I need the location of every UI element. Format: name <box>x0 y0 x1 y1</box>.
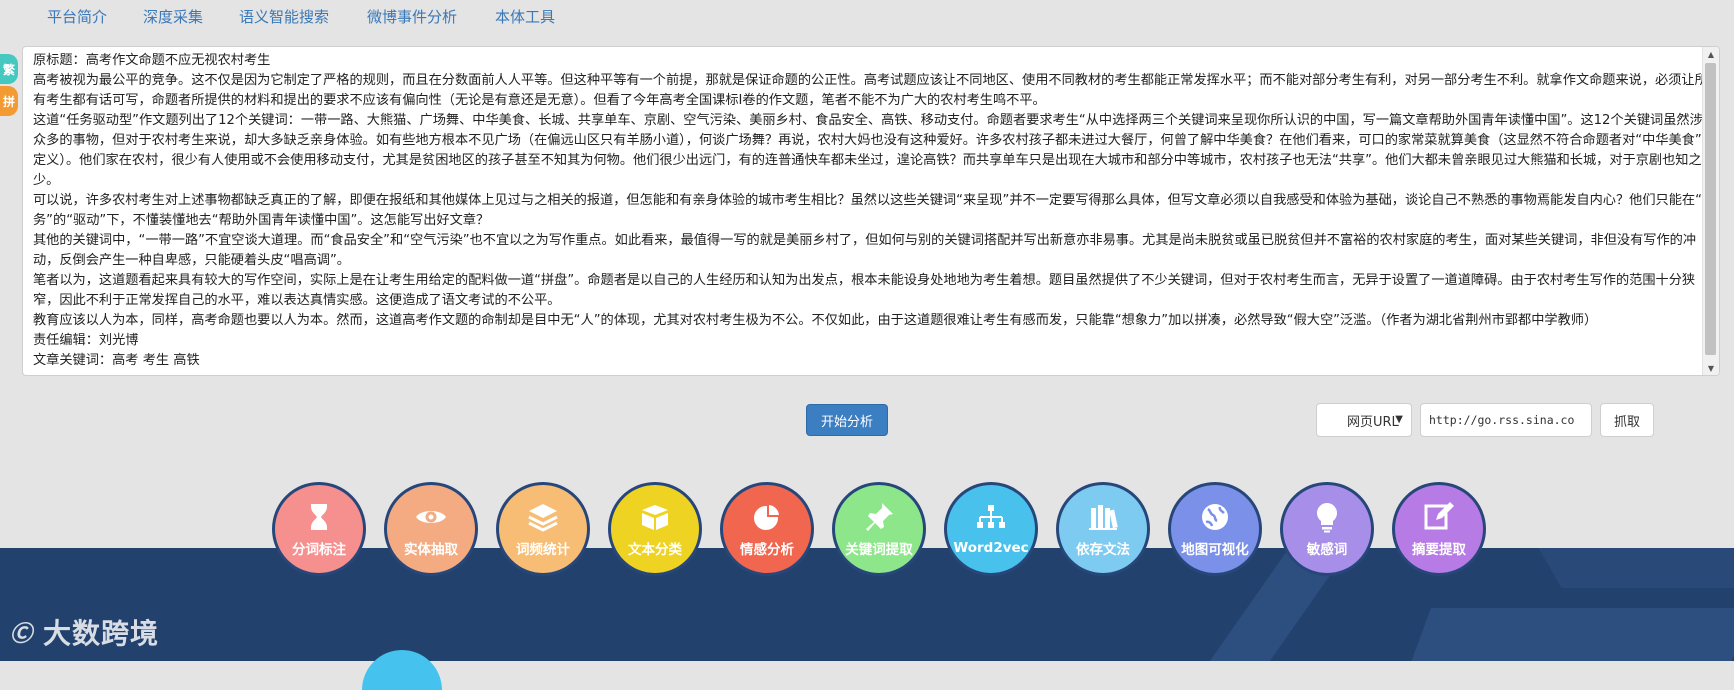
band-decoration <box>1538 548 1734 588</box>
scroll-up-arrow-icon[interactable]: ▲ <box>1703 47 1719 61</box>
tool-label: 分词标注 <box>292 542 346 558</box>
chevron-down-icon: ▼ <box>1395 414 1403 425</box>
tool-sentiment-analysis[interactable]: 情感分析 <box>720 482 814 576</box>
hourglass-icon <box>311 504 327 530</box>
tool-segmentation[interactable]: 分词标注 <box>272 482 366 576</box>
fetch-button[interactable]: 抓取 <box>1600 403 1654 437</box>
article-line: 高考被视为最公平的竞争。这不仅是因为它制定了严格的规则，而且在分数面前人人平等。… <box>33 73 1708 108</box>
layers-icon <box>528 504 558 532</box>
books-icon <box>1089 505 1118 530</box>
tool-label: 地图可视化 <box>1181 542 1249 558</box>
brand-logo-icon: Ⓒ <box>10 621 34 647</box>
tool-label: 关键词提取 <box>845 542 913 558</box>
eye-icon <box>416 511 446 523</box>
nav-item-deep-crawl[interactable]: 深度采集 <box>143 6 203 27</box>
textarea-scrollbar[interactable]: ▲ ▼ <box>1702 47 1719 375</box>
article-text: 原标题：高考作文命题不应无视农村考生 高考被视为最公平的竞争。这不仅是因为它制定… <box>33 51 1717 373</box>
brand-logo: Ⓒ 大数跨境 <box>10 612 159 652</box>
article-line: 其他的关键词中，“一带一路”不宜空谈大道理。而“食品安全”和“空气污染”也不宜以… <box>33 233 1697 268</box>
tool-dependency-grammar[interactable]: 依存文法 <box>1056 482 1150 576</box>
tool-summary-extraction[interactable]: 摘要提取 <box>1392 482 1486 576</box>
tool-label: 实体抽取 <box>404 542 458 558</box>
edit-icon <box>1424 502 1454 530</box>
tool-map-visualization[interactable]: 地图可视化 <box>1168 482 1262 576</box>
hierarchy-icon <box>977 505 1005 528</box>
band-decoration <box>1409 608 1734 661</box>
nav-item-weibo-analysis[interactable]: 微博事件分析 <box>367 6 457 27</box>
article-line: 原标题：高考作文命题不应无视农村考生 <box>33 53 271 68</box>
tool-label: 摘要提取 <box>1412 542 1466 558</box>
tool-text-classification[interactable]: 文本分类 <box>608 482 702 576</box>
url-input[interactable]: http://go.rss.sina.co <box>1420 403 1592 437</box>
tool-sensitive-words[interactable]: 敏感词 <box>1280 482 1374 576</box>
start-analysis-button[interactable]: 开始分析 <box>806 404 888 436</box>
side-tab-pinyin[interactable]: 拼 <box>0 86 18 116</box>
tool-label: Word2vec <box>953 540 1029 556</box>
nav-item-ontology-tools[interactable]: 本体工具 <box>495 6 555 27</box>
article-line: 笔者以为，这道题看起来具有较大的写作空间，实际上是在让考生用给定的配料做一道“拼… <box>33 273 1696 308</box>
lightbulb-icon <box>1317 503 1337 533</box>
tool-entity-extraction[interactable]: 实体抽取 <box>384 482 478 576</box>
brand-name: 大数跨境 <box>43 617 160 650</box>
nav-item-semantic-search[interactable]: 语义智能搜索 <box>239 6 329 27</box>
nav-item-platform-intro[interactable]: 平台简介 <box>47 6 107 27</box>
scroll-thumb[interactable] <box>1705 63 1716 355</box>
article-line: 教育应该以人为本，同样，高考命题也要以人为本。然而，这道高考作文题的命制却是目中… <box>33 313 1598 328</box>
tool-word2vec[interactable]: Word2vec <box>944 482 1038 576</box>
pie-chart-icon <box>754 502 782 530</box>
tool-word-frequency[interactable]: 词频统计 <box>496 482 590 576</box>
box-icon <box>642 505 668 530</box>
side-tab-traditional[interactable]: 繁 <box>0 54 18 84</box>
tool-label: 敏感词 <box>1306 542 1348 558</box>
top-nav: 平台简介 深度采集 语义智能搜索 微博事件分析 本体工具 <box>0 0 1734 36</box>
tool-label: 情感分析 <box>740 542 794 558</box>
article-line: 责任编辑：刘光博 <box>33 333 139 348</box>
tool-keyword-extraction[interactable]: 关键词提取 <box>832 482 926 576</box>
tool-label: 词频统计 <box>516 542 570 558</box>
tool-label: 文本分类 <box>628 542 682 558</box>
article-line: 可以说，许多农村考生对上述事物都缺乏真正的了解，即便在报纸和其他媒体上见过与之相… <box>33 193 1716 228</box>
article-line: 文章关键词：高考 考生 高铁 <box>33 353 200 368</box>
article-textarea[interactable]: 原标题：高考作文命题不应无视农村考生 高考被视为最公平的竞争。这不仅是因为它制定… <box>22 46 1720 376</box>
scroll-down-arrow-icon[interactable]: ▼ <box>1703 361 1719 375</box>
globe-icon <box>1202 504 1228 530</box>
tool-label: 依存文法 <box>1076 542 1130 558</box>
source-type-select[interactable]: 网页URL ▼ <box>1316 403 1412 437</box>
pin-icon <box>866 503 893 531</box>
source-type-value: 网页URL <box>1347 414 1399 430</box>
article-line: 这道“任务驱动型”作文题列出了12个关键词：一带一路、大熊猫、广场舞、中华美食、… <box>33 113 1716 188</box>
